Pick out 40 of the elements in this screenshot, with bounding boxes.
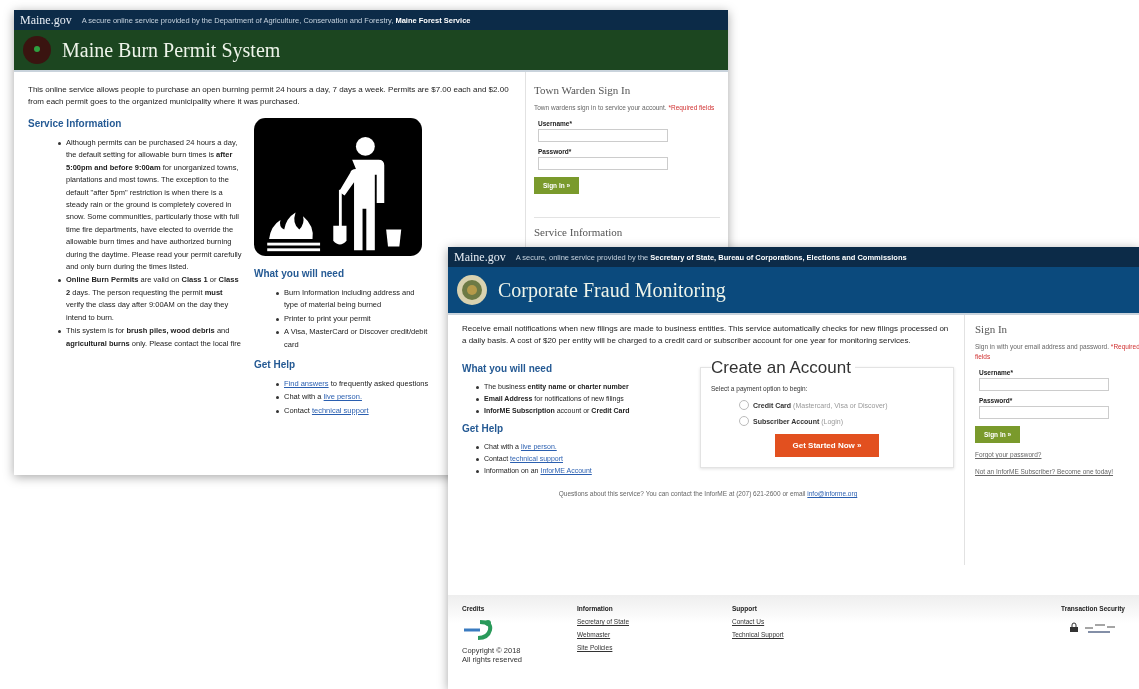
sign-in-title: Town Warden Sign In [534,84,632,96]
bullet-icon [276,409,279,413]
section-heading: Service Information [534,217,720,238]
section-heading: Get Help [254,359,297,371]
intro-text: This online service allows people to purchase an open burning permit 24 hours a day, 7 days a week. Permits are $7.00 each and $2.00 from each permit goes to the organized municipality where it was purchased. [28,84,510,108]
section-heading: What you will need [462,363,553,374]
sign-in-title: Sign In [975,323,1009,335]
radio-button[interactable] [739,400,749,410]
burn-permit-pictogram-icon [254,118,422,256]
bullet-icon [276,383,279,387]
intro-text: Receive email notifications when new filings are made to business entities. This service automatically checks for new filings processed on a daily basis. A cost of $20 per entity will be charged to a credit card or subscriber account for one year for monitoring services. [462,323,950,347]
bullet-icon [276,317,279,321]
section-heading: Get Help [462,423,505,434]
bullet-icon [276,396,279,400]
input-field[interactable] [538,157,668,170]
bullet-icon [476,410,479,413]
bullet-icon [476,386,479,389]
bullet-icon [58,330,61,334]
bullet-icon [476,446,479,449]
input-field[interactable] [979,406,1109,419]
page-title: Corporate Fraud Monitoring [498,278,726,302]
bullet-icon [276,292,279,295]
site-logo[interactable]: Maine.gov [454,249,506,265]
input-field[interactable] [979,378,1109,391]
bullet-icon [276,331,279,335]
section-heading: Service Information [28,118,123,129]
bullet-icon [58,142,61,145]
bullet-icon [476,398,479,401]
input-field[interactable] [538,129,668,142]
bullet-icon [58,279,61,283]
get-started-button[interactable]: Get Started Now » [774,434,880,457]
seal-icon [22,35,52,65]
lock-icon [1070,622,1078,632]
bullet-icon [476,458,479,461]
page-title: Maine Burn Permit System [62,38,281,62]
section-heading: What you will need [254,268,345,279]
seal-icon [456,274,488,306]
site-logo[interactable]: Maine.gov [20,12,72,28]
radio-button[interactable] [739,416,749,426]
bullet-icon [476,470,479,473]
